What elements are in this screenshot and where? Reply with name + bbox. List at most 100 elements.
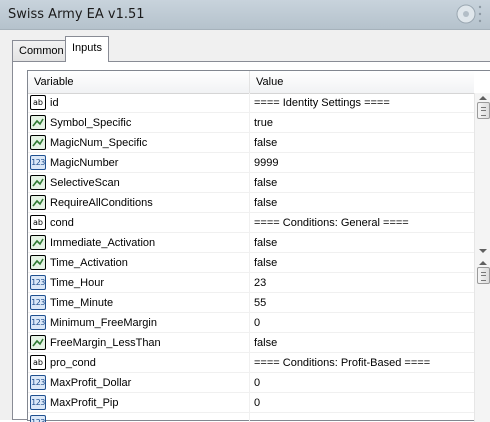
variable-cell[interactable]: FreeMargin_LessThan — [28, 333, 250, 353]
variable-cell[interactable]: SelectiveScan — [28, 173, 250, 193]
table-row[interactable]: 123 MaxProfit_Pip 0 — [28, 393, 474, 413]
tab-common[interactable]: Common — [12, 40, 71, 61]
value-cell[interactable]: 23 — [250, 273, 474, 293]
scrollbar-thumb[interactable] — [477, 267, 490, 284]
value-cell[interactable]: 0 — [250, 393, 474, 413]
bool-type-icon — [30, 235, 46, 250]
int-type-icon: 123 — [30, 415, 46, 422]
string-type-icon: ab — [30, 215, 46, 230]
variable-cell[interactable]: Symbol_Specific — [28, 113, 250, 133]
column-header-value[interactable]: Value — [250, 71, 474, 93]
table-row[interactable]: RequireAllConditions false — [28, 193, 474, 213]
value-cell[interactable]: 9999 — [250, 153, 474, 173]
vertical-scrollbar[interactable] — [474, 93, 490, 422]
table-row[interactable]: 123 Time_Minute 55 — [28, 293, 474, 313]
variable-cell[interactable]: 123 Time_Hour — [28, 273, 250, 293]
variable-label: MaxProfit_Pip — [50, 397, 119, 409]
variable-cell[interactable]: ab cond — [28, 213, 250, 233]
int-type-icon: 123 — [30, 275, 46, 290]
variable-label: FreeMargin_LessThan — [50, 337, 161, 349]
table-row[interactable]: 123 Minimum_FreeMargin 0 — [28, 313, 474, 333]
tab-inputs[interactable]: Inputs — [65, 36, 109, 62]
variable-cell[interactable]: 123 Minimum_FreeMargin — [28, 313, 250, 333]
variable-label: id — [50, 97, 59, 109]
value-cell[interactable]: 55 — [250, 293, 474, 313]
table-row[interactable]: SelectiveScan false — [28, 173, 474, 193]
int-type-icon: 123 — [30, 295, 46, 310]
variable-cell[interactable]: 123 Time_Minute — [28, 293, 250, 313]
variable-cell[interactable]: 123 MagicNumber — [28, 153, 250, 173]
grid-rows: ab id ==== Identity Settings ==== Symbol_Sp… — [28, 93, 474, 422]
value-cell[interactable]: true — [250, 113, 474, 133]
title-decoration-icon — [456, 4, 482, 24]
bool-type-icon — [30, 335, 46, 350]
table-row[interactable]: 123 MagicNumber 9999 — [28, 153, 474, 173]
variable-label: SelectiveScan — [50, 177, 120, 189]
bool-type-icon — [30, 135, 46, 150]
window-titlebar[interactable]: Swiss Army EA v1.51 — [0, 0, 490, 30]
table-row[interactable]: MagicNum_Specific false — [28, 133, 474, 153]
scroll-up-arrow-icon[interactable] — [479, 96, 487, 100]
variable-label: cond — [50, 217, 74, 229]
variable-cell[interactable]: ab pro_cond — [28, 353, 250, 373]
table-row[interactable]: ab pro_cond ==== Conditions: Profit-Based … — [28, 353, 474, 373]
value-cell[interactable]: false — [250, 233, 474, 253]
table-row[interactable]: Time_Activation false — [28, 253, 474, 273]
value-cell[interactable]: false — [250, 133, 474, 153]
value-cell[interactable]: false — [250, 193, 474, 213]
variable-label: MaxProfit_Dollar — [50, 377, 132, 389]
bool-type-icon — [30, 255, 46, 270]
inputs-tab-panel: Variable Value ab id ==== Identity Setting… — [12, 61, 490, 422]
table-row[interactable]: 123 Time_Hour 23 — [28, 273, 474, 293]
variable-label: pro_cond — [50, 357, 96, 369]
table-row[interactable]: Immediate_Activation false — [28, 233, 474, 253]
value-cell[interactable]: false — [250, 253, 474, 273]
inputs-grid: Variable Value ab id ==== Identity Setting… — [27, 70, 490, 422]
value-cell[interactable]: ==== Identity Settings ==== — [250, 93, 474, 113]
grid-header: Variable Value — [28, 71, 474, 94]
scroll-down-arrow-icon[interactable] — [479, 249, 487, 253]
value-cell[interactable]: ==== Conditions: General ==== — [250, 213, 474, 233]
scrollbar-thumb[interactable] — [477, 102, 490, 119]
table-row[interactable]: FreeMargin_LessThan false — [28, 333, 474, 353]
variable-label: MagicNumber — [50, 157, 119, 169]
variable-cell[interactable]: 123 — [28, 413, 250, 422]
value-cell[interactable]: ==== Conditions: Profit-Based ==== — [250, 353, 474, 373]
int-type-icon: 123 — [30, 375, 46, 390]
variable-label: Immediate_Activation — [50, 237, 156, 249]
bool-type-icon — [30, 195, 46, 210]
int-type-icon: 123 — [30, 155, 46, 170]
variable-cell[interactable]: MagicNum_Specific — [28, 133, 250, 153]
variable-cell[interactable]: 123 MaxProfit_Dollar — [28, 373, 250, 393]
variable-label: MagicNum_Specific — [50, 137, 148, 149]
table-row[interactable]: ab cond ==== Conditions: General ==== — [28, 213, 474, 233]
window-title: Swiss Army EA v1.51 — [8, 7, 145, 22]
value-cell[interactable] — [250, 413, 474, 422]
int-type-icon: 123 — [30, 395, 46, 410]
string-type-icon: ab — [30, 95, 46, 110]
variable-label: RequireAllConditions — [50, 197, 153, 209]
column-header-variable[interactable]: Variable — [28, 71, 250, 93]
bool-type-icon — [30, 115, 46, 130]
table-row[interactable]: 123 MaxProfit_Dollar 0 — [28, 373, 474, 393]
variable-cell[interactable]: RequireAllConditions — [28, 193, 250, 213]
value-cell[interactable]: false — [250, 173, 474, 193]
string-type-icon: ab — [30, 355, 46, 370]
bool-type-icon — [30, 175, 46, 190]
variable-label: Time_Minute — [50, 297, 114, 309]
value-cell[interactable]: 0 — [250, 373, 474, 393]
value-cell[interactable]: 0 — [250, 313, 474, 333]
variable-cell[interactable]: Immediate_Activation — [28, 233, 250, 253]
int-type-icon: 123 — [30, 315, 46, 330]
variable-cell[interactable]: Time_Activation — [28, 253, 250, 273]
variable-label: Time_Hour — [50, 277, 104, 289]
value-cell[interactable]: false — [250, 333, 474, 353]
variable-label: Minimum_FreeMargin — [50, 317, 157, 329]
table-row[interactable]: Symbol_Specific true — [28, 113, 474, 133]
table-row[interactable]: 123 — [28, 413, 474, 422]
variable-label: Time_Activation — [50, 257, 128, 269]
table-row[interactable]: ab id ==== Identity Settings ==== — [28, 93, 474, 113]
variable-cell[interactable]: 123 MaxProfit_Pip — [28, 393, 250, 413]
scroll-up-arrow-icon[interactable] — [479, 261, 487, 265]
variable-cell[interactable]: ab id — [28, 93, 250, 113]
